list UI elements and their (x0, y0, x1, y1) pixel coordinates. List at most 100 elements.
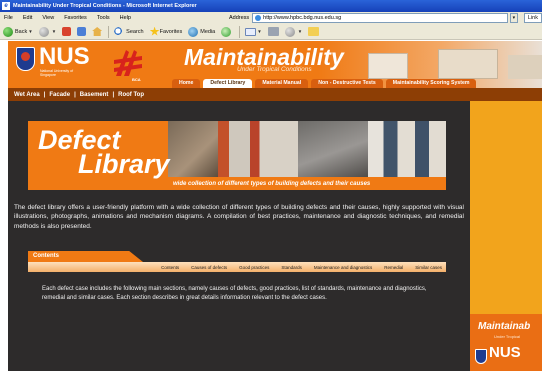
back-arrow-icon (3, 26, 13, 37)
contents-link-maintenance[interactable]: Maintenance and diagnostics (314, 265, 372, 270)
defect-photo (368, 121, 446, 177)
sub-nav-divider: | (112, 91, 115, 98)
nus-crest-icon (475, 349, 487, 364)
sub-nav-basement[interactable]: Basement (80, 92, 109, 98)
menu-edit[interactable]: Edit (23, 15, 32, 21)
banner-photos (168, 121, 446, 177)
menu-bar: File Edit View Favorites Tools Help Addr… (0, 12, 542, 24)
home-button[interactable] (92, 27, 103, 36)
menu-view[interactable]: View (42, 15, 54, 21)
refresh-button[interactable] (77, 27, 87, 36)
history-button[interactable] (221, 26, 233, 37)
tab-home[interactable]: Home (172, 79, 201, 88)
contents-link-remedial[interactable]: Remedial (384, 265, 403, 270)
history-icon (221, 26, 232, 37)
chevron-down-icon: ▼ (297, 29, 303, 34)
refresh-icon (77, 27, 87, 36)
stop-icon (62, 27, 72, 36)
media-icon (188, 26, 199, 37)
defect-photo (298, 121, 368, 177)
mail-icon (245, 27, 257, 36)
intro-text: The defect library offers a user-friendl… (14, 204, 464, 230)
tab-maintainability-scoring[interactable]: Maintainability Scoring System (385, 79, 477, 88)
bca-label: BCA (132, 77, 141, 82)
back-label: Back (15, 28, 28, 35)
rail-nus-logo[interactable]: NUS (489, 344, 521, 361)
page-icon (255, 15, 262, 21)
print-button[interactable] (267, 27, 279, 36)
print-icon (267, 27, 279, 36)
media-label: Media (200, 28, 216, 35)
search-button[interactable]: Search (114, 26, 144, 37)
address-label: Address (228, 15, 250, 21)
main-nav: Home Defect Library Material Manual Non … (172, 79, 479, 88)
building-image (508, 55, 542, 79)
toolbar: Back ▼ ▼ Search Favorites Media ▼ ▼ (0, 24, 542, 40)
chevron-down-icon: ▼ (28, 29, 33, 34)
nus-crest-icon (16, 47, 35, 71)
contents-link-good-practices[interactable]: Good practices (239, 265, 269, 270)
tab-defect-library[interactable]: Defect Library (203, 79, 253, 88)
menu-file[interactable]: File (4, 15, 13, 21)
nus-logo[interactable]: NUS (39, 43, 90, 71)
mail-button[interactable]: ▼ (245, 27, 262, 36)
rail-title: Maintainab (478, 321, 531, 332)
contents-link-contents[interactable]: Contents (161, 265, 179, 270)
defect-photo (168, 121, 218, 177)
edit-button[interactable]: ▼ (284, 26, 303, 37)
address-bar[interactable]: http://www.hpbc.bdg.nus.edu.sg (252, 13, 508, 23)
rail-subtitle: Under Tropical (494, 334, 521, 339)
building-image (438, 49, 498, 79)
building-image (368, 53, 408, 79)
sub-nav-facade[interactable]: Facade (49, 92, 70, 98)
media-button[interactable]: Media (188, 26, 216, 37)
sub-nav-divider: | (74, 91, 76, 98)
window-title: Maintainability Under Tropical Condition… (13, 3, 197, 9)
search-label: Search (126, 28, 144, 35)
chevron-down-icon: ▼ (51, 29, 57, 34)
links-button[interactable]: Link (523, 13, 542, 23)
contents-link-causes[interactable]: Causes of defects (191, 265, 227, 270)
star-icon (149, 26, 160, 36)
forward-button[interactable]: ▼ (38, 26, 57, 37)
sub-nav-wet-area[interactable]: Wet Area (14, 92, 40, 98)
menu-help[interactable]: Help (120, 15, 131, 21)
banner-tagline: wide collection of different types of bu… (168, 178, 446, 190)
window-title-bar: e Maintainability Under Tropical Conditi… (0, 0, 542, 12)
stop-button[interactable] (62, 27, 72, 36)
ie-icon: e (2, 2, 10, 10)
bca-logo-icon (114, 50, 142, 76)
address-dropdown-button[interactable]: ▾ (509, 13, 518, 23)
menu-tools[interactable]: Tools (97, 15, 110, 21)
contents-link-similar-cases[interactable]: Similar cases (415, 265, 442, 270)
folder-icon (308, 27, 320, 36)
home-icon (92, 27, 103, 36)
search-icon (114, 26, 125, 37)
chevron-down-icon: ▼ (257, 29, 262, 34)
contents-link-bar: Contents Causes of defects Good practice… (28, 262, 446, 272)
page-viewport: NUS National University of Singapore BCA… (0, 41, 542, 371)
sub-nav-divider: | (43, 91, 46, 98)
back-button[interactable]: Back ▼ (3, 26, 33, 37)
edit-icon (284, 26, 295, 37)
defect-photo (218, 121, 298, 177)
banner-title-line2: Library (78, 149, 170, 179)
favorites-label: Favorites (159, 28, 183, 35)
tab-material-manual[interactable]: Material Manual (255, 79, 309, 88)
site-header: NUS National University of Singapore BCA… (8, 41, 542, 88)
contents-link-standards[interactable]: Standards (281, 265, 302, 270)
toolbar-divider (108, 25, 110, 38)
sub-nav-roof-top[interactable]: Roof Top (118, 92, 144, 98)
contents-description: Each defect case includes the following … (42, 286, 427, 302)
address-url: http://www.hpbc.bdg.nus.edu.sg (263, 15, 342, 21)
favorites-button[interactable]: Favorites (149, 26, 183, 37)
toolbar-divider (239, 25, 241, 38)
menu-favorites[interactable]: Favorites (64, 15, 87, 21)
folder-button[interactable] (308, 27, 320, 36)
tab-non-destructive-tests[interactable]: Non - Destructive Tests (311, 79, 383, 88)
forward-arrow-icon (38, 26, 49, 37)
contents-heading: Contents (28, 251, 143, 262)
sub-nav: Wet Area | Facade | Basement | Roof Top (8, 88, 542, 101)
nus-subtitle: National University of Singapore (40, 69, 74, 77)
defect-library-banner: Defect Library wide collection of differ… (28, 121, 446, 190)
